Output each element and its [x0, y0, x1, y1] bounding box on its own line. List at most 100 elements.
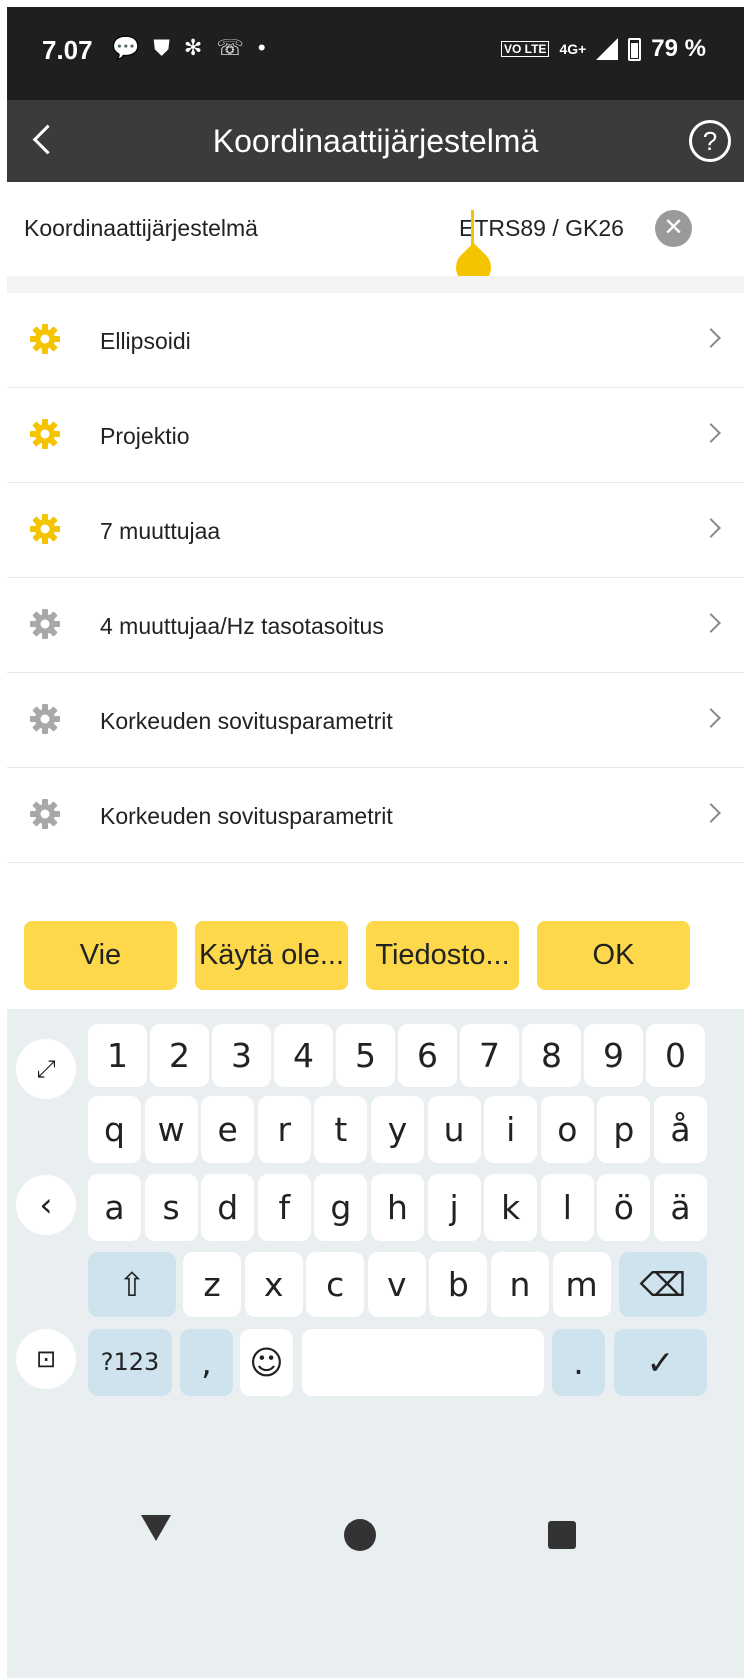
signal-icon: [596, 38, 619, 60]
button-bar: Vie Käytä ole... Tiedosto... OK: [7, 905, 744, 1009]
list-item-label: 4 muuttujaa/Hz tasotasoitus: [100, 613, 384, 639]
key-8[interactable]: 8: [522, 1024, 581, 1087]
key-4[interactable]: 4: [274, 1024, 333, 1087]
key-e[interactable]: e: [201, 1096, 255, 1163]
nav-home-icon[interactable]: [344, 1519, 376, 1551]
key-y[interactable]: y: [371, 1096, 424, 1163]
chevron-right-icon: [701, 613, 721, 633]
emoji-key[interactable]: ☺: [240, 1329, 293, 1396]
comma-key[interactable]: ,: [180, 1329, 233, 1396]
list-item[interactable]: Korkeuden sovitusparametrit: [7, 768, 744, 863]
key-p[interactable]: p: [597, 1096, 651, 1163]
key-v[interactable]: v: [367, 1252, 426, 1317]
list-item-label: 7 muuttujaa: [100, 518, 221, 544]
key-f[interactable]: f: [257, 1174, 311, 1241]
key-m[interactable]: m: [552, 1252, 611, 1317]
key-k[interactable]: k: [484, 1174, 538, 1241]
key-q[interactable]: q: [88, 1096, 141, 1163]
dot-icon: •: [257, 35, 266, 60]
crs-field[interactable]: Koordinaattijärjestelmä ETRS89 / GK26 ✕: [7, 182, 744, 293]
key-t[interactable]: t: [314, 1096, 368, 1163]
key-u[interactable]: u: [427, 1096, 481, 1163]
status-time: 7.07: [42, 35, 93, 65]
key-7[interactable]: 7: [460, 1024, 519, 1087]
list-item[interactable]: Projektio: [7, 388, 744, 483]
key-2[interactable]: 2: [150, 1024, 209, 1087]
shift-key[interactable]: ⇧: [88, 1252, 176, 1317]
file-button[interactable]: Tiedosto...: [366, 921, 519, 990]
status-right: VO LTE 4G+ 79 %: [500, 35, 706, 63]
key-a[interactable]: a: [88, 1174, 141, 1241]
list-item[interactable]: Korkeuden sovitusparametrit: [7, 673, 744, 768]
list-item-label: Projektio: [100, 423, 190, 449]
keyboard: ⤢ ‹ ⊡ 1 2 3 4 5 6 7 8 9 0 q w e r t y u i o p å a s d f g h j k l ö ä ⇧ z x c v…: [7, 1009, 744, 1678]
resize-icon[interactable]: ⊡: [16, 1329, 76, 1389]
key-o[interactable]: o: [540, 1096, 594, 1163]
key-å[interactable]: å: [654, 1096, 707, 1163]
gear-icon: [30, 799, 60, 829]
key-ö[interactable]: ö: [597, 1174, 651, 1241]
nav-back-icon[interactable]: [141, 1515, 171, 1541]
status-icons: 💬 ⛊ ✻ ☏ •: [112, 35, 266, 61]
gear-icon: [30, 419, 60, 449]
list-item[interactable]: 7 muuttujaa: [7, 483, 744, 578]
key-1[interactable]: 1: [88, 1024, 147, 1087]
key-i[interactable]: i: [484, 1096, 538, 1163]
key-0[interactable]: 0: [646, 1024, 705, 1087]
export-button[interactable]: Vie: [24, 921, 177, 990]
status-bar: 7.07 💬 ⛊ ✻ ☏ • VO LTE 4G+ 79 %: [7, 7, 744, 100]
gear-icon: [30, 704, 60, 734]
content: Koordinaattijärjestelmä ETRS89 / GK26 ✕ …: [7, 182, 744, 910]
list-item[interactable]: 4 muuttujaa/Hz tasotasoitus: [7, 578, 744, 673]
chevron-right-icon: [701, 423, 721, 443]
battery-percent: 79 %: [651, 35, 706, 62]
volte-icon: VO LTE: [500, 41, 550, 57]
key-5[interactable]: 5: [336, 1024, 395, 1087]
list-item-label: Ellipsoidi: [100, 328, 191, 354]
message-icon: 💬: [112, 35, 140, 60]
help-button[interactable]: ?: [689, 120, 731, 162]
key-s[interactable]: s: [144, 1174, 198, 1241]
divider: [7, 276, 744, 293]
key-n[interactable]: n: [491, 1252, 549, 1317]
key-3[interactable]: 3: [212, 1024, 271, 1087]
enter-key[interactable]: ✓: [614, 1329, 707, 1396]
clear-button[interactable]: ✕: [655, 210, 692, 247]
expand-icon[interactable]: ⤢: [16, 1039, 76, 1099]
key-r[interactable]: r: [257, 1096, 311, 1163]
list-item[interactable]: Ellipsoidi: [7, 293, 744, 388]
key-w[interactable]: w: [144, 1096, 198, 1163]
period-key[interactable]: .: [552, 1329, 605, 1396]
key-g[interactable]: g: [314, 1174, 368, 1241]
crs-label: Koordinaattijärjestelmä: [24, 215, 258, 241]
symbols-key[interactable]: ?123: [88, 1329, 172, 1396]
gear-icon: ✻: [183, 35, 203, 60]
key-6[interactable]: 6: [398, 1024, 457, 1087]
key-x[interactable]: x: [244, 1252, 303, 1317]
key-c[interactable]: c: [306, 1252, 365, 1317]
app-bar: Koordinaattijärjestelmä ?: [7, 100, 744, 182]
key-j[interactable]: j: [427, 1174, 481, 1241]
backspace-key[interactable]: ⌫: [619, 1252, 707, 1317]
key-9[interactable]: 9: [584, 1024, 643, 1087]
key-d[interactable]: d: [201, 1174, 255, 1241]
battery-icon: [628, 37, 642, 61]
key-b[interactable]: b: [429, 1252, 488, 1317]
use-default-button[interactable]: Käytä ole...: [195, 921, 348, 990]
key-ä[interactable]: ä: [654, 1174, 707, 1241]
list-item-label: Korkeuden sovitusparametrit: [100, 803, 393, 829]
ok-button[interactable]: OK: [537, 921, 690, 990]
chevron-right-icon: [701, 803, 721, 823]
screen: 7.07 💬 ⛊ ✻ ☏ • VO LTE 4G+ 79 % Koordinaa…: [7, 7, 744, 1678]
keyboard-back-icon[interactable]: ‹: [16, 1175, 76, 1235]
key-l[interactable]: l: [540, 1174, 594, 1241]
list-item-partial: [7, 863, 744, 903]
gear-icon: [30, 514, 60, 544]
chevron-right-icon: [701, 518, 721, 538]
nav-recents-icon[interactable]: [548, 1521, 576, 1549]
key-z[interactable]: z: [183, 1252, 241, 1317]
crs-input[interactable]: ETRS89 / GK26: [459, 215, 624, 242]
chevron-right-icon: [701, 328, 721, 348]
key-h[interactable]: h: [371, 1174, 424, 1241]
space-key[interactable]: [302, 1329, 544, 1396]
